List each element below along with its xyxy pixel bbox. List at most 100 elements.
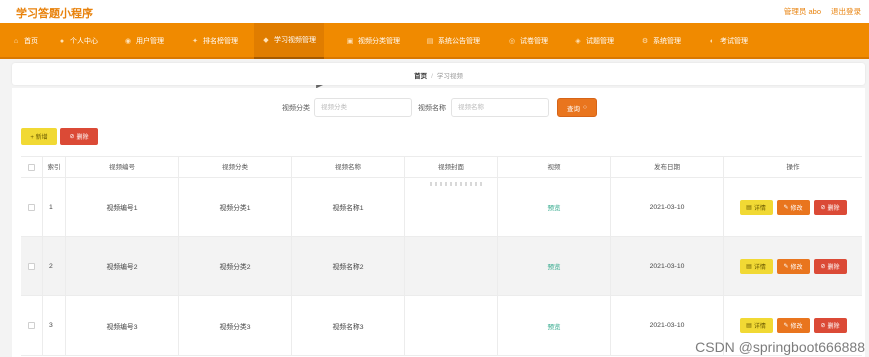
delete-button[interactable]: ⊘ 删除 [813, 258, 847, 274]
paper-icon: ◎ [508, 38, 516, 45]
detail-button[interactable]: ▤ 详情 [739, 258, 773, 274]
main-nav: ⌂ 首页 ● 个人中心 ◉ 用户管理 ✦ 排名榜管理 ◆ 学习视频管理 ▣ 视频分类管理 ▤… [0, 23, 869, 59]
row-date: 2021-03-10 [611, 237, 724, 295]
edit-icon: ✎ [783, 323, 789, 329]
exam-icon: ◐ [709, 37, 715, 45]
row-actions: ▤ 详情 ✎ 修改 ⊘ 删除 [724, 178, 862, 236]
row-index: 1 [43, 178, 66, 236]
category-input[interactable]: 视频分类 [314, 98, 412, 117]
nav-item-study-video[interactable]: ◆ 学习视频管理 [254, 23, 324, 59]
user-icon: ● [59, 37, 65, 45]
row-video: 预览 [498, 237, 611, 295]
nav-item-home[interactable]: ⌂ 首页 [12, 23, 38, 59]
breadcrumb-home[interactable]: 首页 [414, 73, 427, 80]
row-code: 视频编号2 [66, 237, 179, 295]
detail-button[interactable]: ▤ 详情 [739, 318, 773, 333]
row-checkbox[interactable] [21, 178, 43, 236]
settings-icon: ⚙ [641, 38, 649, 45]
col-cover: 视频封面 [405, 157, 498, 178]
watermark: CSDN @springboot666888 [695, 339, 865, 355]
row-index: 2 [43, 237, 66, 295]
app-title: 学习答题小程序 [16, 8, 93, 20]
detail-button[interactable]: ▤ 详情 [739, 199, 773, 215]
row-index: 3 [43, 296, 66, 355]
col-index: 索引 [43, 157, 66, 178]
table-row: 2 视频编号2 视频分类2 视频名称2 预览 2021-03-10 ▤ 详情 ✎ 修… [21, 237, 862, 296]
row-name: 视频名称2 [292, 237, 405, 295]
top-bar: 学习答题小程序 管理员 abo 退出登录 [0, 0, 869, 23]
name-label: 视频名称 [418, 105, 446, 112]
edit-button[interactable]: ✎ 修改 [776, 258, 810, 274]
breadcrumb-card: 首页 / 学习视频 [12, 63, 865, 85]
category-label: 视频分类 [282, 105, 310, 112]
row-name: 视频名称3 [292, 296, 405, 355]
delete-button[interactable]: ⊘ 删除 [813, 318, 847, 333]
preview-link[interactable]: 预览 [548, 261, 561, 271]
col-video: 视频 [498, 157, 611, 178]
preview-link[interactable]: 预览 [548, 321, 561, 331]
row-date: 2021-03-10 [611, 178, 724, 236]
nav-item-users[interactable]: ◉ 用户管理 [124, 23, 164, 59]
add-button[interactable]: + 新增 [21, 128, 57, 145]
nav-item-notice[interactable]: ▤ 系统公告管理 [426, 23, 480, 59]
row-cover [405, 296, 498, 355]
nav-item-profile[interactable]: ● 个人中心 [58, 23, 98, 59]
video-table: 索引 视频编号 视频分类 视频名称 视频封面 视频 发布日期 操作 1 视频编号… [21, 156, 862, 356]
row-code: 视频编号3 [66, 296, 179, 355]
main-content: 视频分类 视频分类 视频名称 视频名称 查询 ○ + 新增 ⊘ 删除 索引 视频编号… [12, 88, 865, 357]
search-form: 视频分类 视频分类 视频名称 视频名称 查询 ○ [12, 98, 865, 118]
home-icon: ⌂ [13, 37, 19, 45]
row-video: 预览 [498, 178, 611, 236]
detail-icon: ▤ [746, 323, 752, 329]
category-icon: ▣ [346, 38, 354, 45]
col-date: 发布日期 [611, 157, 724, 178]
search-button[interactable]: 查询 ○ [557, 98, 597, 117]
row-category: 视频分类1 [179, 178, 292, 236]
nav-item-ranking[interactable]: ✦ 排名榜管理 [191, 23, 238, 59]
edit-icon: ✎ [783, 204, 789, 211]
row-code: 视频编号1 [66, 178, 179, 236]
col-code: 视频编号 [66, 157, 179, 178]
ranking-icon: ✦ [192, 38, 198, 45]
name-input[interactable]: 视频名称 [451, 98, 549, 117]
logout-link[interactable]: 退出登录 [831, 6, 861, 17]
select-all-checkbox[interactable] [21, 157, 43, 178]
nav-item-papers[interactable]: ◎ 试卷管理 [508, 23, 548, 59]
nav-item-video-category[interactable]: ▣ 视频分类管理 [346, 23, 400, 59]
row-cover [405, 237, 498, 295]
row-video: 预览 [498, 296, 611, 355]
row-checkbox[interactable] [21, 296, 43, 355]
detail-icon: ▤ [746, 204, 752, 211]
edit-button[interactable]: ✎ 修改 [776, 199, 810, 215]
edit-icon: ✎ [783, 263, 789, 270]
notice-icon: ▤ [426, 38, 434, 45]
user-label[interactable]: 管理员 abo [784, 6, 821, 17]
trash-icon: ⊘ [69, 134, 75, 140]
table-row: 1 视频编号1 视频分类1 视频名称1 预览 2021-03-10 ▤ 详情 ✎ 修… [21, 178, 862, 237]
breadcrumb-current: 学习视频 [436, 73, 463, 80]
col-category: 视频分类 [179, 157, 292, 178]
nav-item-system[interactable]: ⚙ 系统管理 [641, 23, 681, 59]
row-category: 视频分类3 [179, 296, 292, 355]
video-icon: ◆ [263, 37, 269, 44]
delete-button[interactable]: ⊘ 删除 [813, 199, 847, 215]
bulk-delete-button[interactable]: ⊘ 删除 [60, 128, 98, 145]
row-checkbox[interactable] [21, 237, 43, 295]
question-icon: ◈ [575, 38, 581, 45]
row-cover [405, 178, 498, 236]
nav-item-questions[interactable]: ◈ 试题管理 [574, 23, 614, 59]
row-category: 视频分类2 [179, 237, 292, 295]
row-actions: ▤ 详情 ✎ 修改 ⊘ 删除 [724, 237, 862, 295]
trash-icon: ⊘ [820, 204, 826, 211]
edit-button[interactable]: ✎ 修改 [776, 318, 810, 333]
nav-item-exam[interactable]: ◐ 考试管理 [708, 23, 748, 59]
table-header: 索引 视频编号 视频分类 视频名称 视频封面 视频 发布日期 操作 [21, 157, 862, 178]
cover-image [430, 182, 482, 186]
col-actions: 操作 [786, 164, 800, 171]
preview-link[interactable]: 预览 [548, 202, 561, 212]
breadcrumb-separator: / [431, 73, 433, 80]
trash-icon: ⊘ [820, 263, 826, 270]
users-icon: ◉ [124, 38, 132, 45]
search-icon: ○ [583, 104, 587, 111]
row-name: 视频名称1 [292, 178, 405, 236]
